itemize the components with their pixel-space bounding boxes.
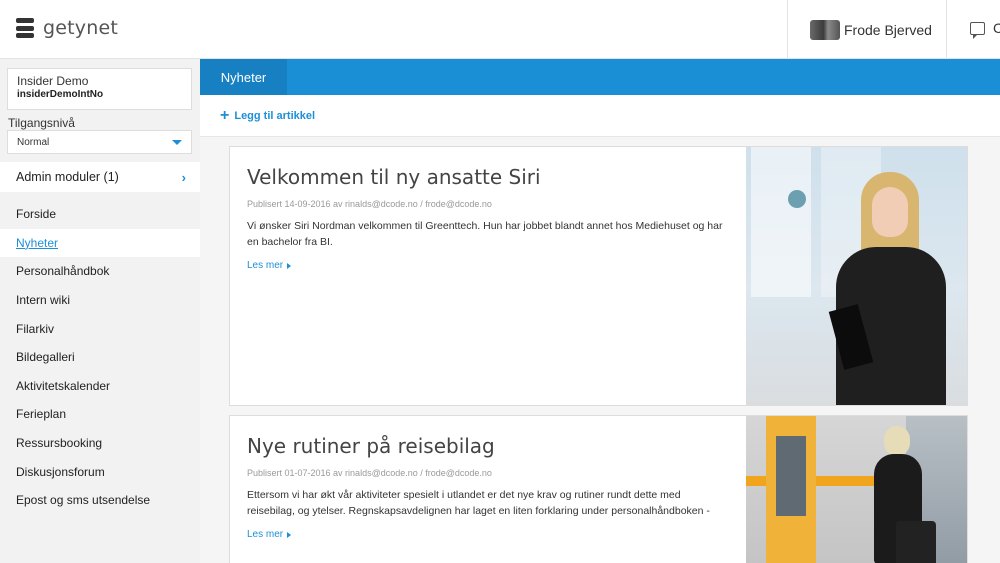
news-image[interactable] [746,147,967,405]
top-bar: getynet Frode Bjerved C [0,0,1000,59]
chat-icon [970,21,985,39]
access-level-label: Tilgangsnivå [8,116,75,130]
sidebar-item-aktivitetskalender[interactable]: Aktivitetskalender [0,372,200,401]
admin-modules-label: Admin moduler (1) [16,170,119,184]
sidebar-item-forside[interactable]: Forside [0,200,200,229]
read-more-link[interactable]: Les mer [247,529,292,540]
clock-decoration [788,190,806,208]
person-illustration [816,167,956,405]
sidebar-item-label: Forside [16,207,57,222]
account-name: Insider Demo [17,74,89,88]
access-level-value: Normal [17,136,50,148]
logo[interactable]: getynet [16,17,118,39]
news-card: Velkommen til ny ansatte Siri Publisert … [229,146,968,406]
sidebar-nav: Forside Nyheter Personalhåndbok Intern w… [0,200,200,515]
caret-right-icon [287,531,292,538]
news-card: Nye rutiner på reisebilag Publisert 01-0… [229,415,968,563]
chat-button[interactable]: C [970,20,1000,39]
sidebar: Insider Demo insiderDemoIntNo Tilgangsni… [0,59,200,563]
user-menu[interactable]: Frode Bjerved [787,0,947,59]
news-meta: Publisert 01-07-2016 av rinalds@dcode.no… [247,468,492,478]
sidebar-item-label: Ferieplan [16,407,67,422]
account-box[interactable]: Insider Demo insiderDemoIntNo [7,68,192,110]
sidebar-item-label: Filarkiv [16,321,54,336]
sidebar-item-label: Nyheter [16,235,59,250]
news-card-text: Velkommen til ny ansatte Siri Publisert … [247,165,731,273]
account-id: insiderDemoIntNo [17,89,104,100]
sidebar-item-filarkiv[interactable]: Filarkiv [0,314,200,343]
sidebar-item-label: Ressursbooking [16,436,103,451]
tab-bar: Nyheter [200,59,1000,95]
access-level-select[interactable]: Normal [7,130,192,154]
read-more-label: Les mer [247,529,284,540]
user-name: Frode Bjerved [844,21,932,38]
sidebar-item-label: Personalhåndbok [16,264,110,279]
news-title[interactable]: Velkommen til ny ansatte Siri [247,165,731,189]
sidebar-item-label: Epost og sms utsendelse [16,493,151,508]
sidebar-item-label: Intern wiki [16,293,71,308]
avatar [810,19,840,40]
logo-icon [16,18,34,38]
chat-label: C [993,20,1000,36]
news-title[interactable]: Nye rutiner på reisebilag [247,434,731,458]
sidebar-item-diskusjonsforum[interactable]: Diskusjonsforum [0,457,200,486]
caret-right-icon [287,262,292,269]
news-list: Velkommen til ny ansatte Siri Publisert … [200,137,1000,563]
sidebar-item-label: Aktivitetskalender [16,378,111,393]
news-excerpt: Vi ønsker Siri Nordman velkommen til Gre… [247,220,723,248]
admin-modules-item[interactable]: Admin moduler (1) › [0,162,200,192]
sidebar-item-ressursbooking[interactable]: Ressursbooking [0,429,200,458]
news-excerpt: Ettersom vi har økt vår aktiviteter spes… [247,489,710,517]
logo-text: getynet [43,17,119,39]
sidebar-item-nyheter[interactable]: Nyheter [0,228,200,258]
chevron-right-icon: › [181,169,186,185]
read-more-link[interactable]: Les mer [247,260,292,271]
sidebar-item-label: Bildegalleri [16,350,75,365]
sidebar-item-intern-wiki[interactable]: Intern wiki [0,286,200,315]
chevron-down-icon [172,139,182,145]
news-image[interactable] [746,416,967,563]
sidebar-item-bildegalleri[interactable]: Bildegalleri [0,343,200,372]
tab-nyheter[interactable]: Nyheter [200,59,287,95]
sidebar-item-ferieplan[interactable]: Ferieplan [0,400,200,429]
sidebar-item-epost-sms[interactable]: Epost og sms utsendelse [0,486,200,515]
plus-icon[interactable]: + [220,107,229,124]
sidebar-item-label: Diskusjonsforum [16,464,105,479]
news-meta: Publisert 14-09-2016 av rinalds@dcode.no… [247,199,492,209]
read-more-label: Les mer [247,260,284,271]
sidebar-item-personalhandbok[interactable]: Personalhåndbok [0,257,200,286]
add-article-button[interactable]: Legg til artikkel [234,110,315,122]
action-bar: + Legg til artikkel [200,95,1000,137]
news-card-text: Nye rutiner på reisebilag Publisert 01-0… [247,434,731,542]
